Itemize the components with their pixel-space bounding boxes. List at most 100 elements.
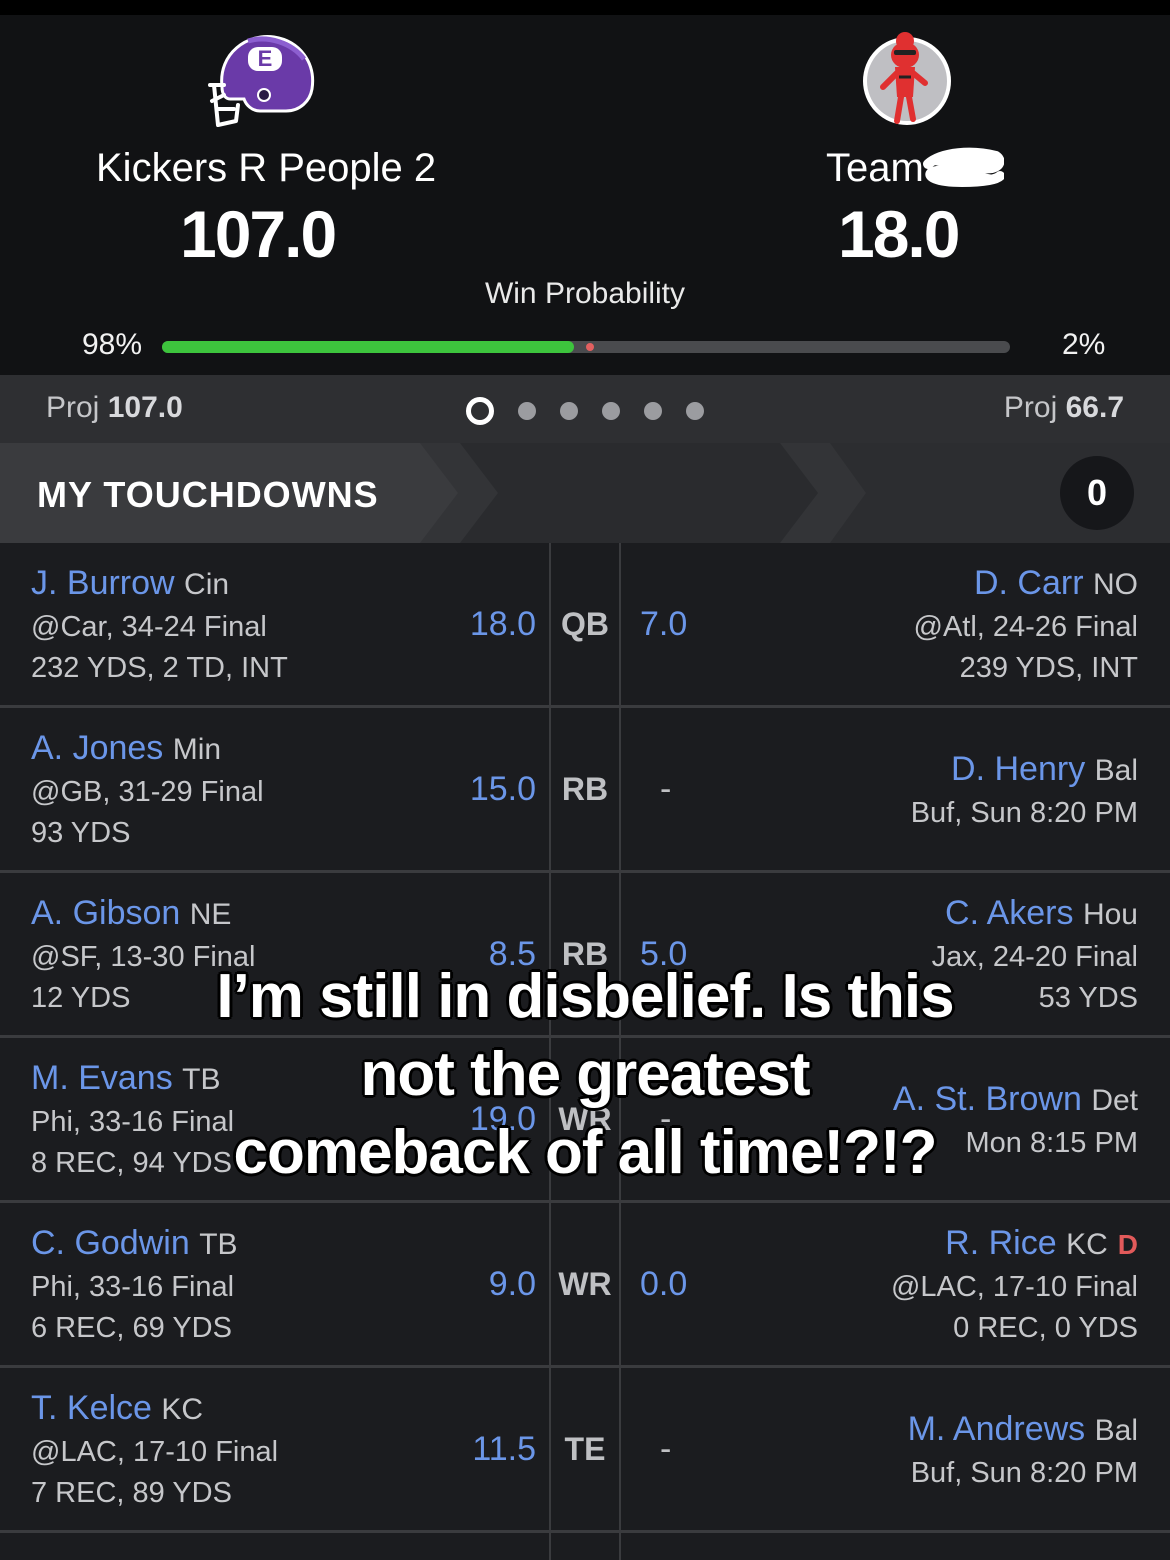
away-player-name-line[interactable]: D. Carr NO bbox=[914, 561, 1138, 607]
position-label: RB bbox=[561, 771, 609, 807]
away-player-name[interactable]: M. Andrews bbox=[908, 1410, 1086, 1448]
caption-overlay: I’m still in disbelief. Is this not the g… bbox=[0, 958, 1170, 1192]
away-proj-label: Proj bbox=[1003, 391, 1058, 424]
home-player-name-line[interactable]: J. Burrow Cin bbox=[31, 561, 288, 607]
away-player-game: Buf, Sun 8:20 PM bbox=[910, 1457, 1138, 1489]
home-player-game: Phi, 33-16 Final bbox=[31, 1271, 235, 1303]
home-proj-value: 107.0 bbox=[107, 391, 183, 424]
away-player-game: @Atl, 24-26 Final bbox=[913, 611, 1138, 643]
column-divider bbox=[619, 543, 621, 705]
away-player[interactable]: M. Andrews Bal Buf, Sun 8:20 PM bbox=[908, 1407, 1138, 1494]
win-probability-label: Win Probability bbox=[484, 277, 686, 310]
page-dot-active[interactable] bbox=[466, 397, 494, 425]
home-player-name-line[interactable]: A. Gibson NE bbox=[31, 891, 255, 937]
away-projection: Proj 66.7 bbox=[1004, 391, 1124, 425]
home-projection: Proj 107.0 bbox=[46, 391, 183, 425]
position-label: QB bbox=[561, 606, 609, 642]
away-player-stats: 0 REC, 0 YDS bbox=[953, 1312, 1138, 1344]
away-player-name[interactable]: D. Carr bbox=[974, 564, 1084, 602]
caption-line: comeback of all time!?!? bbox=[233, 1118, 938, 1187]
home-player-team: NE bbox=[189, 898, 232, 931]
page-dot[interactable] bbox=[686, 402, 704, 420]
page-indicator[interactable] bbox=[466, 396, 728, 426]
home-player[interactable]: J. Burrow Cin @Car, 34-24 Final 232 YDS,… bbox=[31, 561, 288, 689]
table-row[interactable]: T. Kelce KC @LAC, 17-10 Final 7 REC, 89 … bbox=[0, 1368, 1170, 1533]
home-player-name-line[interactable]: C. Godwin TB bbox=[31, 1221, 238, 1267]
home-player-game: @LAC, 17-10 Final bbox=[31, 1436, 279, 1468]
away-player-name[interactable]: R. Rice bbox=[945, 1224, 1056, 1262]
home-player-game: @Car, 34-24 Final bbox=[31, 611, 267, 643]
column-divider bbox=[619, 1203, 621, 1365]
doubtful-flag: D bbox=[1117, 1229, 1138, 1260]
home-player-game: @GB, 31-29 Final bbox=[31, 776, 264, 808]
home-player-name-line[interactable]: T. Kelce KC bbox=[31, 1386, 278, 1432]
home-player-stats: 232 YDS, 2 TD, INT bbox=[31, 652, 288, 684]
home-player[interactable]: A. Jones Min @GB, 31-29 Final 93 YDS bbox=[31, 726, 264, 854]
home-player-team: KC bbox=[161, 1393, 204, 1426]
table-row-partial[interactable] bbox=[0, 1533, 1170, 1560]
home-player-team: TB bbox=[199, 1228, 238, 1261]
home-player-points[interactable]: 11.5 bbox=[472, 1430, 536, 1469]
page-dot[interactable] bbox=[602, 402, 620, 420]
page-dot[interactable] bbox=[560, 402, 578, 420]
away-player-points[interactable]: 0.0 bbox=[640, 1265, 687, 1304]
home-player-name[interactable]: T. Kelce bbox=[31, 1389, 152, 1427]
red-character-avatar-icon[interactable] bbox=[855, 25, 965, 135]
column-divider bbox=[619, 708, 621, 870]
column-divider bbox=[619, 1368, 621, 1530]
away-team-name[interactable]: Team bbox=[826, 146, 924, 191]
home-player-stats: 7 REC, 89 YDS bbox=[31, 1477, 232, 1509]
win-probability-fill bbox=[162, 341, 574, 353]
away-player-team: Bal bbox=[1094, 1414, 1138, 1447]
home-player-name[interactable]: A. Gibson bbox=[31, 894, 180, 932]
away-player-name-line[interactable]: C. Akers Hou bbox=[932, 891, 1138, 937]
home-player-name[interactable]: J. Burrow bbox=[31, 564, 175, 602]
away-player-name-line[interactable]: R. Rice KC D bbox=[891, 1221, 1138, 1267]
table-row[interactable]: C. Godwin TB Phi, 33-16 Final 6 REC, 69 … bbox=[0, 1203, 1170, 1368]
away-player-points[interactable]: - bbox=[660, 770, 671, 809]
home-player-stats: 93 YDS bbox=[31, 817, 131, 849]
purple-football-helmet-icon[interactable]: E bbox=[208, 25, 318, 135]
matchup-header bbox=[0, 15, 1170, 375]
away-team-score: 18.0 bbox=[838, 197, 960, 271]
home-player-name[interactable]: A. Jones bbox=[31, 729, 163, 767]
home-player-points[interactable]: 18.0 bbox=[470, 605, 536, 644]
win-probability-away-marker bbox=[586, 343, 594, 351]
home-player[interactable]: T. Kelce KC @LAC, 17-10 Final 7 REC, 89 … bbox=[31, 1386, 278, 1514]
away-player[interactable]: D. Henry Bal Buf, Sun 8:20 PM bbox=[911, 747, 1138, 834]
away-player[interactable]: R. Rice KC D @LAC, 17-10 Final 0 REC, 0 Y… bbox=[891, 1221, 1138, 1349]
away-player-name-line[interactable]: D. Henry Bal bbox=[911, 747, 1138, 793]
away-player-points[interactable]: - bbox=[660, 1430, 671, 1469]
redaction-scribble bbox=[923, 147, 1004, 187]
away-player[interactable]: D. Carr NO @Atl, 24-26 Final 239 YDS, IN… bbox=[914, 561, 1138, 689]
helmet-logo-letter: E bbox=[258, 46, 273, 71]
home-win-percent: 98% bbox=[82, 328, 143, 361]
status-bar bbox=[0, 0, 1170, 15]
home-player-name-line[interactable]: A. Jones Min bbox=[31, 726, 264, 772]
away-player-team: Bal bbox=[1094, 754, 1138, 787]
home-player-points[interactable]: 15.0 bbox=[470, 770, 536, 809]
home-player-name[interactable]: C. Godwin bbox=[31, 1224, 190, 1262]
position-label: WR bbox=[558, 1266, 612, 1302]
away-player-game: Buf, Sun 8:20 PM bbox=[910, 797, 1138, 829]
caption-line: not the greatest bbox=[360, 1040, 810, 1109]
home-team-name[interactable]: Kickers R People 2 bbox=[96, 146, 436, 191]
table-row[interactable]: A. Jones Min @GB, 31-29 Final 93 YDS 15.… bbox=[0, 708, 1170, 873]
page-dot[interactable] bbox=[644, 402, 662, 420]
away-player-name[interactable]: C. Akers bbox=[945, 894, 1073, 932]
home-player-points[interactable]: 9.0 bbox=[489, 1265, 536, 1304]
page-dot[interactable] bbox=[518, 402, 536, 420]
away-player-team: KC bbox=[1066, 1228, 1108, 1261]
away-player-name-line[interactable]: M. Andrews Bal bbox=[908, 1407, 1138, 1453]
away-proj-value: 66.7 bbox=[1065, 391, 1124, 424]
away-player-stats: 239 YDS, INT bbox=[959, 652, 1138, 684]
away-player-points[interactable]: 7.0 bbox=[640, 605, 687, 644]
home-player-team: Cin bbox=[184, 568, 230, 601]
table-row[interactable]: J. Burrow Cin @Car, 34-24 Final 232 YDS,… bbox=[0, 543, 1170, 708]
position-label: TE bbox=[564, 1431, 606, 1467]
home-player[interactable]: C. Godwin TB Phi, 33-16 Final 6 REC, 69 … bbox=[31, 1221, 238, 1349]
touchdowns-count-badge: 0 bbox=[1060, 456, 1134, 530]
home-proj-label: Proj bbox=[46, 391, 100, 424]
away-player-name[interactable]: D. Henry bbox=[951, 750, 1085, 788]
caption-line: I’m still in disbelief. Is this bbox=[216, 962, 954, 1031]
